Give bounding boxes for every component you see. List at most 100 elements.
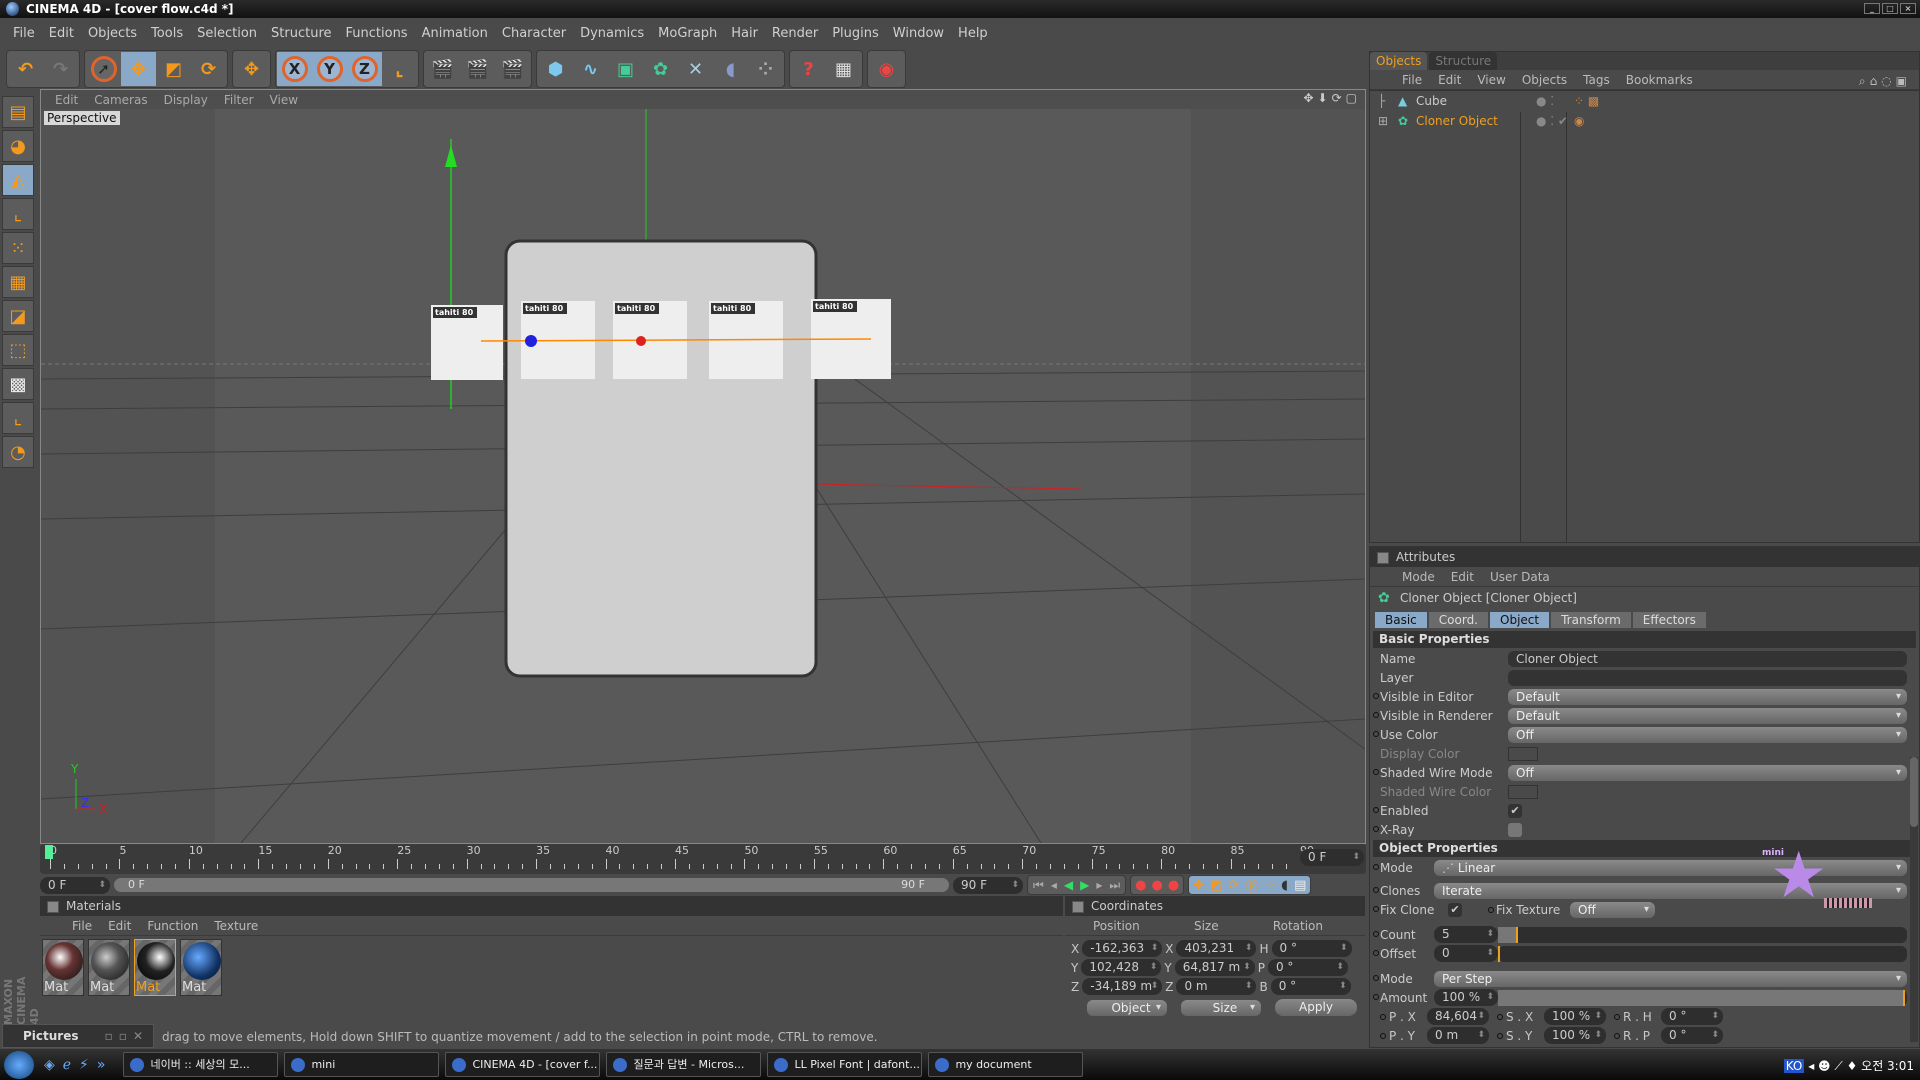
render-view-icon[interactable]: 🎬	[425, 52, 460, 86]
apply-button[interactable]: Apply	[1275, 999, 1357, 1016]
deformer-icon[interactable]: ✕	[678, 52, 713, 86]
position-x-input[interactable]: 84,604 m	[1427, 1008, 1489, 1040]
taskbar-item[interactable]: my document	[928, 1052, 1084, 1077]
menu-plugins[interactable]: Plugins	[825, 26, 886, 41]
mini-widget[interactable]: mini ★	[1762, 844, 1872, 928]
taskbar-item[interactable]: CINEMA 4D - [cover f...	[445, 1052, 601, 1077]
materials-menu-texture[interactable]: Texture	[206, 919, 266, 933]
menu-tools[interactable]: Tools	[144, 26, 190, 41]
step-back-icon[interactable]: ◂	[1051, 878, 1057, 892]
menu-animation[interactable]: Animation	[415, 26, 495, 41]
minimize-button[interactable]: _	[1864, 3, 1880, 14]
phong-tag-icon[interactable]: ⁘ ▩	[1574, 94, 1599, 108]
start-button[interactable]	[4, 1050, 34, 1079]
objects-menu-bookmarks[interactable]: Bookmarks	[1618, 73, 1701, 87]
pictures-window-controls[interactable]: ▫▫✕	[105, 1025, 149, 1047]
menu-window[interactable]: Window	[886, 26, 951, 41]
material-tag-icon[interactable]: ◉	[1574, 114, 1584, 128]
key-parameter-icon[interactable]: Ⓟ	[1245, 876, 1258, 895]
layout-icon[interactable]: ▤	[2, 96, 34, 128]
edges-mode-icon[interactable]: ▦	[2, 266, 34, 298]
expand-icon[interactable]: ⊞	[1370, 114, 1398, 128]
visibility-dots-icon[interactable]: ● ⁚	[1526, 94, 1574, 108]
menu-character[interactable]: Character	[495, 26, 573, 41]
cube-primitive-icon[interactable]: ⬢	[538, 52, 573, 86]
objects-menu-file[interactable]: File	[1394, 73, 1430, 87]
menu-dynamics[interactable]: Dynamics	[573, 26, 651, 41]
scene-icon[interactable]: ◖	[713, 52, 748, 86]
count-input[interactable]: 5	[1434, 926, 1498, 943]
tab-effectors[interactable]: Effectors	[1632, 612, 1706, 628]
materials-menu-file[interactable]: File	[64, 919, 100, 933]
position-y-input[interactable]: 0 m	[1427, 1027, 1489, 1044]
quick-launch-icons[interactable]: ◈ℯ⚡»	[44, 1057, 113, 1073]
tab-structure[interactable]: Structure	[1429, 52, 1498, 70]
attributes-menu-mode[interactable]: Mode	[1394, 570, 1443, 584]
step-mode-dropdown[interactable]: Per Step	[1434, 970, 1907, 987]
amount-slider[interactable]	[1498, 989, 1907, 1006]
render-settings-icon[interactable]: 🎬	[495, 52, 530, 86]
tab-transform[interactable]: Transform	[1551, 612, 1631, 628]
objects-menu-objects[interactable]: Objects	[1514, 73, 1575, 87]
rotate-tool-icon[interactable]: ⟳	[191, 52, 226, 86]
move-icon[interactable]: ✥	[234, 52, 269, 86]
spline-icon[interactable]: ∿	[573, 52, 608, 86]
current-frame-field[interactable]: 0 F	[1300, 849, 1364, 866]
viewport-menu-view[interactable]: View	[262, 93, 306, 107]
x-axis-lock-icon[interactable]: X	[277, 52, 312, 86]
menu-render[interactable]: Render	[765, 26, 825, 41]
taskbar-item[interactable]: 질문과 답변 - Micros...	[606, 1052, 762, 1077]
go-to-start-icon[interactable]: ⏮	[1033, 878, 1044, 893]
menu-functions[interactable]: Functions	[339, 26, 415, 41]
undo-icon[interactable]: ↶	[8, 52, 43, 86]
move-tool-icon[interactable]: ✥	[121, 52, 156, 86]
position-z-field[interactable]: -34,189 m	[1082, 978, 1163, 995]
rotation-b-field[interactable]: 0 °	[1270, 978, 1351, 995]
live-selection-icon[interactable]: ➚	[86, 52, 121, 86]
objects-menu-edit[interactable]: Edit	[1430, 73, 1469, 87]
rotation-p-input[interactable]: 0 °	[1661, 1027, 1723, 1044]
step-forward-icon[interactable]: ▸	[1096, 878, 1102, 892]
xray-checkbox[interactable]	[1508, 822, 1522, 837]
objects-menu-view[interactable]: View	[1469, 73, 1513, 87]
menu-structure[interactable]: Structure	[264, 26, 338, 41]
shaded-wire-color-swatch[interactable]	[1508, 784, 1538, 799]
tab-objects[interactable]: Objects	[1370, 52, 1428, 70]
menu-mograph[interactable]: MoGraph	[651, 26, 724, 41]
model-mode-icon[interactable]: ◕	[2, 130, 34, 162]
frame-range-slider[interactable]: 0 F 90 F	[114, 878, 949, 892]
object-name[interactable]: Cube	[1416, 94, 1526, 108]
offset-input[interactable]: 0	[1434, 945, 1498, 962]
taskbar-item[interactable]: mini	[284, 1052, 440, 1077]
layout-icon[interactable]: ▦	[826, 52, 861, 86]
scale-tool-icon[interactable]: ◩	[156, 52, 191, 86]
end-frame-field[interactable]: 90 F	[953, 876, 1023, 894]
sound-icon[interactable]: ◖	[1281, 878, 1288, 893]
help-icon[interactable]: ?	[791, 52, 826, 86]
visible-in-editor-dropdown[interactable]: Default	[1508, 688, 1907, 705]
position-x-field[interactable]: -162,363 m	[1082, 940, 1163, 972]
timeline-ruler[interactable]: 051015202530354045505560657075808590	[40, 844, 1366, 874]
viewport-menu-cameras[interactable]: Cameras	[86, 93, 155, 107]
key-position-icon[interactable]: ✥	[1193, 878, 1204, 893]
fix-texture-dropdown[interactable]: Off	[1570, 901, 1655, 918]
polygons-mode-icon[interactable]: ◪	[2, 300, 34, 332]
object-manager-search-icon[interactable]: ⌕⌂◌▣	[1859, 74, 1911, 89]
scale-x-input[interactable]: 100 %	[1544, 1008, 1606, 1025]
nurbs-icon[interactable]: ▣	[608, 52, 643, 86]
display-color-swatch[interactable]	[1508, 746, 1538, 761]
particle-icon[interactable]: ⁘	[748, 52, 783, 86]
redo-icon[interactable]: ↷	[43, 52, 78, 86]
size-y-field[interactable]: 64,817 m	[1174, 959, 1255, 976]
go-to-end-icon[interactable]: ⏭	[1109, 878, 1120, 893]
shaded-wire-mode-dropdown[interactable]: Off	[1508, 764, 1907, 781]
object-row[interactable]: ├ ▲ Cube ● ⁚ ⁘ ▩	[1370, 91, 1919, 111]
keyframe-selection-icon[interactable]: ●	[1168, 878, 1179, 893]
timeline-window-icon[interactable]: ▤	[1294, 878, 1306, 893]
key-scale-icon[interactable]: ◩	[1210, 878, 1222, 893]
material-thumbnail[interactable]: Mat	[134, 939, 176, 996]
amount-input[interactable]: 100 %	[1434, 989, 1498, 1006]
texture-axis-icon[interactable]: ⌞	[2, 402, 34, 434]
key-rotation-icon[interactable]: ⟳	[1228, 878, 1239, 893]
materials-menu-edit[interactable]: Edit	[100, 919, 139, 933]
